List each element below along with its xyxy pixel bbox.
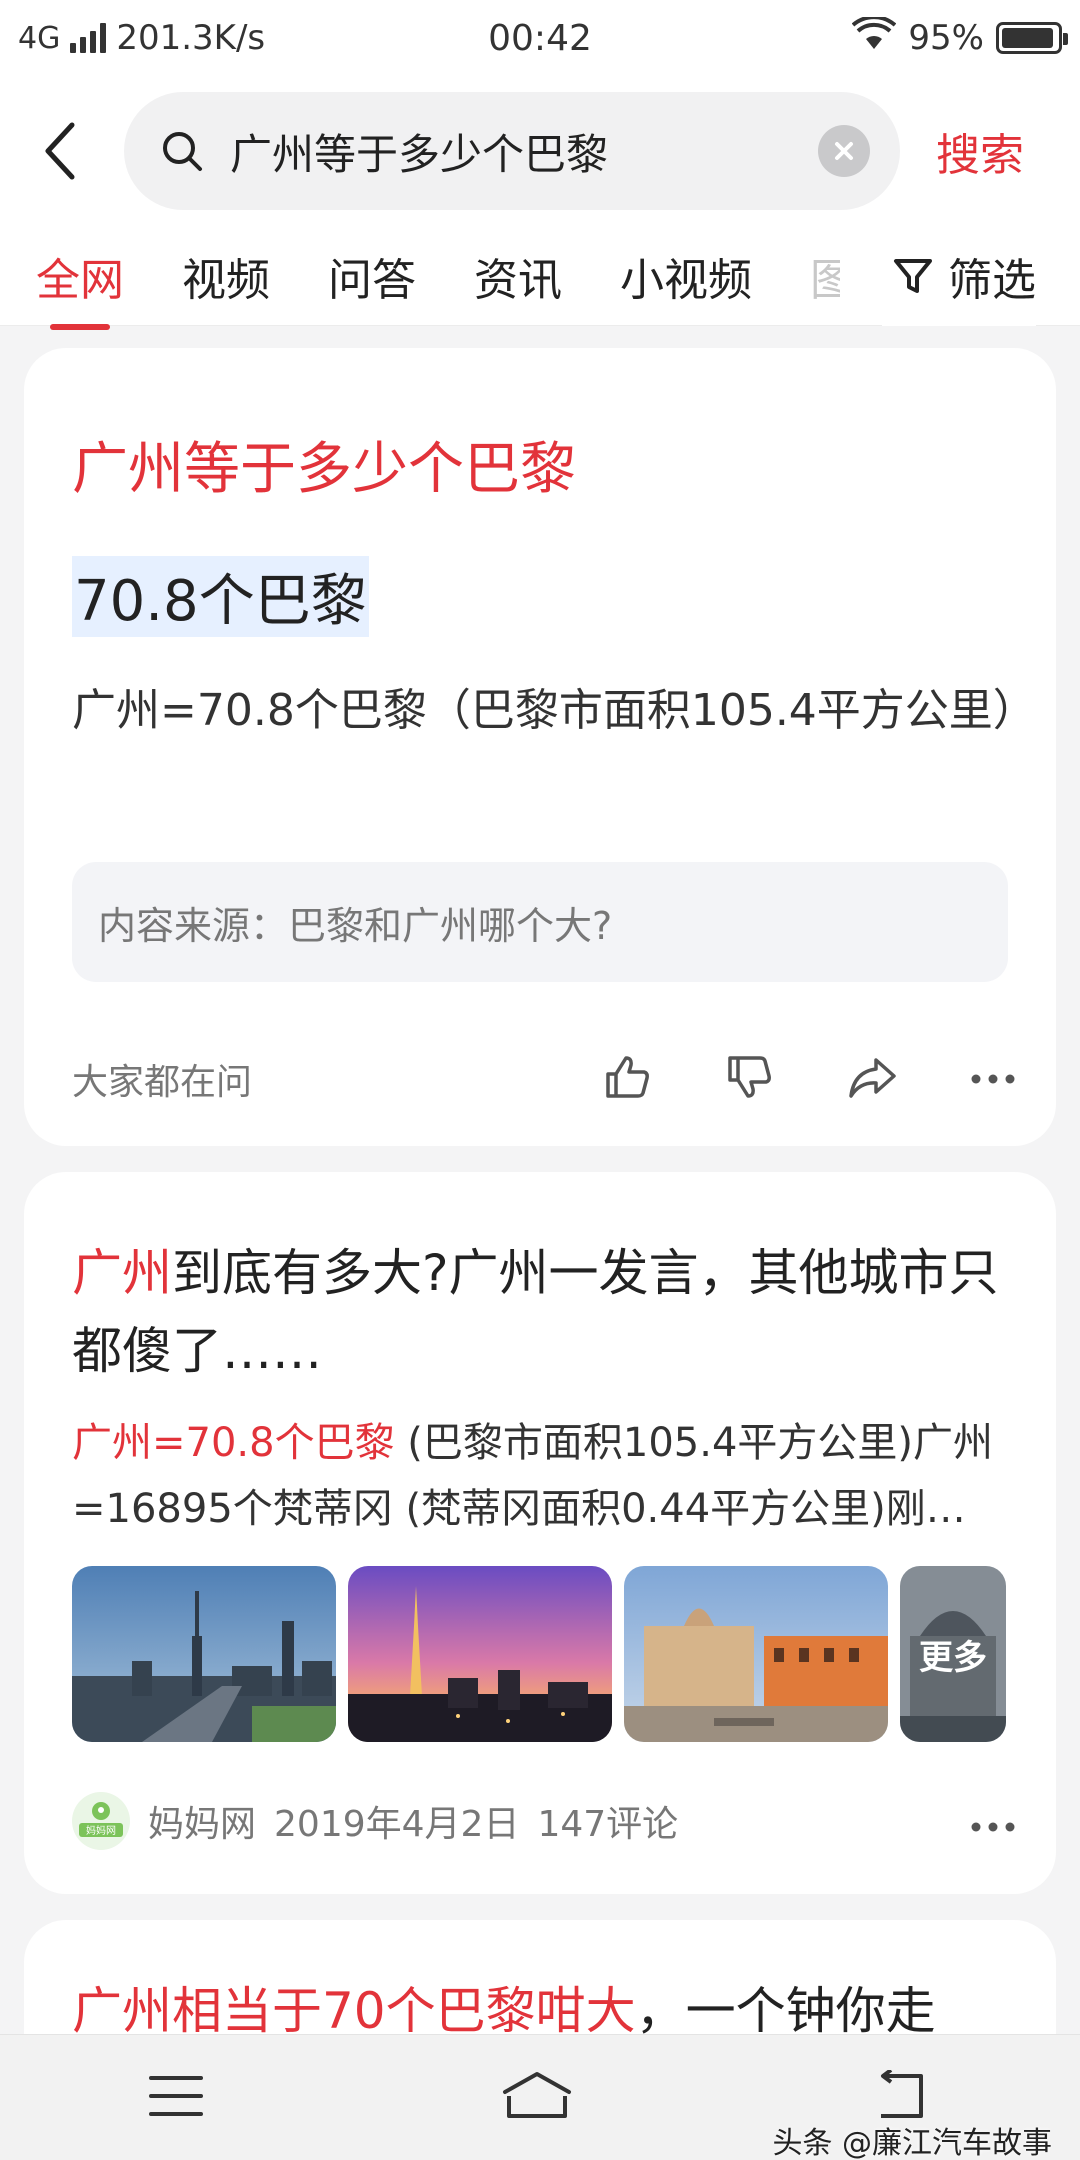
result-snippet: 广州=70.8个巴黎 (巴黎市面积105.4平方公里)广州=16895个梵蒂冈 … — [72, 1410, 1032, 1542]
signal-icon — [70, 23, 107, 53]
answer-value: 70.8个巴黎 — [72, 556, 369, 637]
back-icon — [45, 122, 75, 180]
more-icon[interactable] — [970, 1070, 1016, 1089]
result-title[interactable]: 广州到底有多大?广州一发言，其他城市只都傻了…… — [72, 1234, 1012, 1390]
menu-icon[interactable] — [149, 2074, 203, 2122]
battery-icon — [996, 22, 1068, 54]
answer-title[interactable]: 广州等于多少个巴黎 — [72, 424, 576, 505]
filter-label: 筛选 — [948, 255, 1036, 306]
source-name[interactable]: 妈妈网 — [148, 1795, 256, 1847]
result-title-highlight: 广州相当于70个巴黎咁大 — [72, 1982, 636, 2040]
publish-date: 2019年4月2日 — [274, 1804, 520, 1845]
status-bar: 4G 201.3K/s 00:42 95% — [0, 0, 1080, 76]
filter-button[interactable]: 筛选 — [882, 226, 1036, 326]
result-card[interactable]: 广州到底有多大?广州一发言，其他城市只都傻了…… 广州=70.8个巴黎 (巴黎市… — [24, 1172, 1056, 1894]
answer-actions — [602, 1052, 1016, 1106]
search-query[interactable]: 广州等于多少个巴黎 — [230, 121, 818, 182]
share-icon[interactable] — [846, 1052, 898, 1106]
comment-count: 147评论 — [537, 1804, 679, 1845]
network-speed: 201.3K/s — [116, 18, 266, 58]
back-button[interactable] — [40, 111, 100, 191]
tab-image[interactable]: 图 — [810, 244, 840, 308]
status-right: 95% — [682, 14, 1068, 60]
source-logo-text: 妈妈网 — [86, 1824, 116, 1837]
thumbs-up-icon[interactable] — [602, 1052, 652, 1106]
result-title-rest: 到底有多大?广州一发言，其他城市只都傻了…… — [72, 1244, 999, 1380]
tab-all[interactable]: 全网 — [36, 244, 124, 330]
tab-short-video[interactable]: 小视频 — [620, 244, 752, 308]
result-thumbnails: 更多 — [72, 1566, 1006, 1742]
status-left: 4G 201.3K/s — [18, 18, 398, 58]
battery-percent: 95% — [908, 18, 984, 58]
screen: 4G 201.3K/s 00:42 95% 广州等于多少个巴黎 搜索 全网 视频… — [0, 0, 1080, 2160]
thumbnail-more[interactable]: 更多 — [900, 1566, 1006, 1742]
result-title-rest: ，一个钟你走 — [635, 1982, 936, 2040]
more-icon[interactable] — [970, 1801, 1016, 1842]
close-icon — [835, 142, 853, 160]
result-title-highlight: 广州 — [72, 1244, 172, 1302]
answer-description: 广州=70.8个巴黎（巴黎市面积105.4平方公里） — [72, 685, 1037, 736]
thumbnail-canton-tower[interactable] — [348, 1566, 612, 1742]
battery-fill — [1002, 28, 1054, 48]
answer-footer: 大家都在问 — [72, 1034, 1016, 1124]
watermark: 头条 @廉江汽车故事 — [772, 2126, 1052, 2160]
wifi-icon — [852, 14, 897, 60]
thumbnail-paris-square[interactable] — [624, 1566, 888, 1742]
tab-bar: 全网 视频 问答 资讯 小视频 图 筛选 — [0, 226, 1080, 330]
tab-news[interactable]: 资讯 — [474, 244, 562, 308]
thumbnail-guangzhou-skyline[interactable] — [72, 1566, 336, 1742]
tab-qa[interactable]: 问答 — [328, 244, 416, 308]
thumbs-down-icon[interactable] — [724, 1052, 774, 1106]
search-input[interactable]: 广州等于多少个巴黎 — [124, 92, 900, 210]
clear-button[interactable] — [818, 125, 870, 177]
search-button[interactable]: 搜索 — [936, 119, 1024, 183]
everyone-asks-link[interactable]: 大家都在问 — [72, 1053, 602, 1105]
home-icon[interactable] — [501, 2070, 573, 2126]
source-logo: 妈妈网 — [72, 1792, 130, 1850]
clock: 00:42 — [488, 17, 592, 59]
search-icon — [163, 132, 202, 171]
answer-source[interactable]: 内容来源：巴黎和广州哪个大? — [72, 862, 1008, 982]
search-header: 广州等于多少个巴黎 搜索 — [0, 76, 1080, 226]
answer-card[interactable]: 广州等于多少个巴黎 70.8个巴黎 广州=70.8个巴黎（巴黎市面积105.4平… — [24, 348, 1056, 1146]
result-snippet-highlight: 广州=70.8个巴黎 — [72, 1420, 395, 1466]
network-type: 4G — [18, 20, 61, 56]
filter-icon — [894, 259, 932, 293]
more-images-label: 更多 — [900, 1566, 1006, 1742]
result-meta: 妈妈网 妈妈网 2019年4月2日 147评论 — [72, 1786, 1016, 1856]
tab-video[interactable]: 视频 — [182, 244, 270, 308]
